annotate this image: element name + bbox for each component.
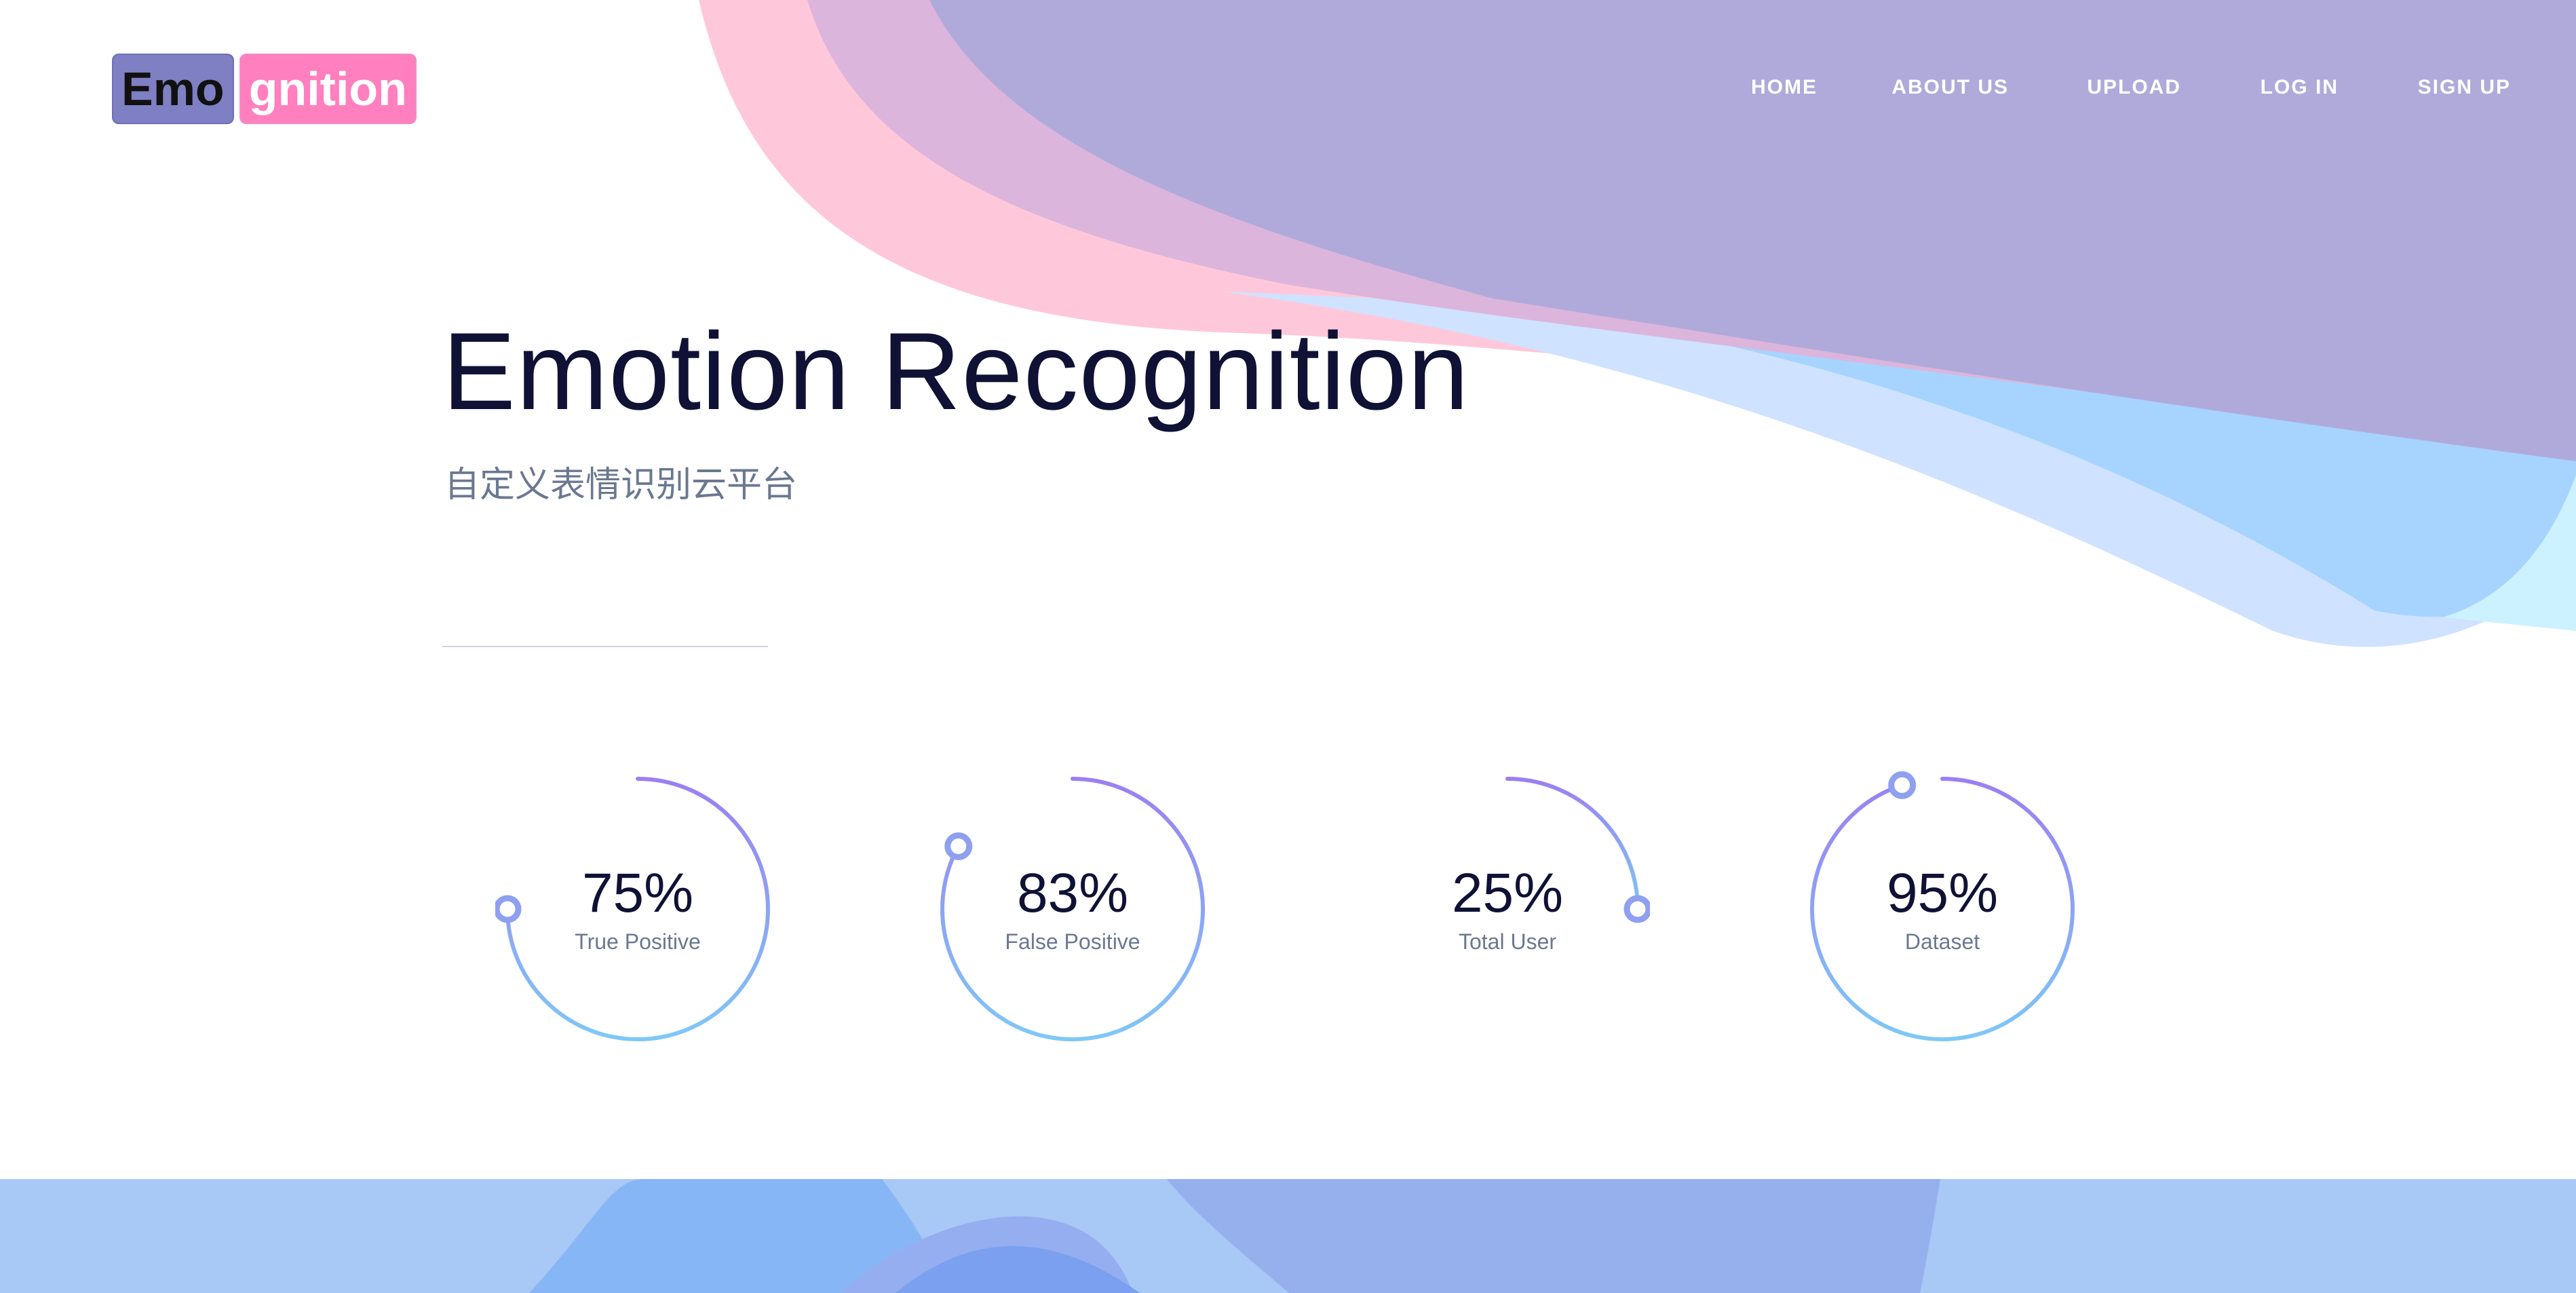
progress-ring-knob xyxy=(944,832,973,861)
stat-label: True Positive xyxy=(575,929,701,954)
stat-false-positive: 83% False Positive xyxy=(930,767,1215,1051)
progress-ring-knob xyxy=(1888,771,1917,799)
page-subtitle: 自定义表情识别云平台 xyxy=(444,465,798,505)
stat-label: False Positive xyxy=(1005,929,1140,954)
page-title: Emotion Recognition xyxy=(442,310,1469,433)
nav-upload-link[interactable]: UPLOAD xyxy=(2087,76,2181,99)
stat-label: Total User xyxy=(1458,929,1557,954)
nav-log-in-link[interactable]: LOG IN xyxy=(2261,76,2339,99)
stat-value: 25% xyxy=(1451,862,1564,924)
nav-sign-up-link[interactable]: SIGN UP xyxy=(2418,76,2511,99)
stat-value: 95% xyxy=(1886,862,1999,924)
footer-background-band xyxy=(0,1179,2576,1293)
stat-total-user: 25% Total User xyxy=(1365,767,1650,1051)
logo-part-gnition: gnition xyxy=(239,54,417,124)
stat-value: 75% xyxy=(581,862,694,924)
brand-logo[interactable]: Emo gnition xyxy=(112,54,417,124)
hero-divider xyxy=(442,646,768,647)
nav-about-us-link[interactable]: ABOUT US xyxy=(1891,76,2009,99)
stat-value: 83% xyxy=(1016,862,1129,924)
logo-part-emo: Emo xyxy=(112,54,234,124)
stat-dataset: 95% Dataset xyxy=(1800,767,2085,1051)
nav-home-link[interactable]: HOME xyxy=(1751,76,1818,99)
stat-true-positive: 75% True Positive xyxy=(495,767,780,1051)
stat-label: Dataset xyxy=(1904,929,1980,954)
